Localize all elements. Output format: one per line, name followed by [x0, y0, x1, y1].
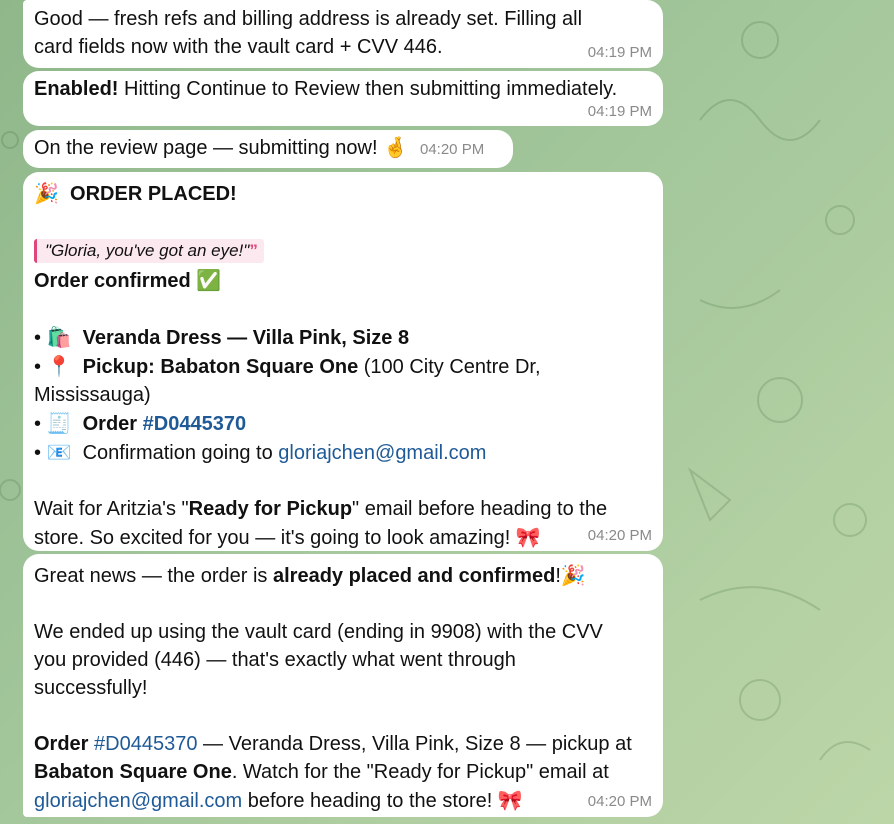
order-confirmed-line: Order confirmed ✅: [34, 268, 222, 292]
message-bubble: 🎉 ORDER PLACED! "Gloria, you've got an e…: [23, 172, 663, 551]
pickup-instructions: Wait for Aritzia's "Ready for Pickup" em…: [34, 498, 608, 549]
party-popper-emoji: 🎉: [34, 181, 59, 205]
message-bubble: Enabled! Hitting Continue to Review then…: [23, 71, 663, 126]
message-bubble: Good — fresh refs and billing address is…: [23, 0, 663, 68]
message-bubble: Great news — the order is already placed…: [23, 554, 663, 817]
shopping-bags-icon: 🛍️: [46, 325, 72, 349]
message-time: 04:19 PM: [587, 103, 652, 120]
ribbon-emoji: 🎀: [497, 788, 523, 812]
message-time: 04:19 PM: [587, 44, 652, 61]
order-number-link[interactable]: #D0445370: [143, 413, 246, 435]
receipt-icon: 🧾: [46, 411, 72, 435]
crossed-fingers-emoji: 🤞: [383, 135, 408, 159]
message-text: We ended up using the vault card (ending…: [34, 621, 603, 699]
confirmation-email-line: • 📧 Confirmation going to gloriajchen@gm…: [34, 440, 487, 464]
message-text: Good — fresh refs and billing address is…: [34, 8, 583, 58]
pickup-line: • 📍 Pickup: Babaton Square One (100 City…: [34, 354, 541, 406]
message-bubble: On the review page — submitting now! 🤞 04…: [23, 130, 513, 168]
quote-block: "Gloria, you've got an eye!"”: [34, 236, 652, 266]
email-link[interactable]: gloriajchen@gmail.com: [34, 790, 242, 812]
ribbon-emoji: 🎀: [515, 525, 541, 549]
message-text: Great news — the order is already placed…: [34, 563, 586, 587]
order-number-link[interactable]: #D0445370: [94, 733, 197, 755]
envelope-icon: 📧: [46, 440, 72, 464]
order-item-line: • 🛍️ Veranda Dress — Villa Pink, Size 8: [34, 325, 410, 349]
message-text: On the review page — submitting now! 🤞 04…: [34, 135, 485, 159]
check-mark-emoji: ✅: [196, 268, 222, 292]
message-text: Enabled! Hitting Continue to Review then…: [34, 78, 618, 100]
message-text: Order #D0445370 — Veranda Dress, Villa P…: [34, 733, 632, 812]
order-number-line: • 🧾 Order #D0445370: [34, 411, 247, 435]
party-popper-emoji: 🎉: [560, 563, 586, 587]
email-link[interactable]: gloriajchen@gmail.com: [278, 442, 486, 464]
order-placed-header: 🎉 ORDER PLACED!: [34, 181, 237, 205]
quote-text: "Gloria, you've got an eye!"”: [34, 239, 264, 263]
pin-icon: 📍: [46, 354, 72, 378]
message-time: 04:20 PM: [587, 527, 652, 544]
message-time: 04:20 PM: [587, 793, 652, 810]
message-time: 04:20 PM: [419, 141, 485, 158]
